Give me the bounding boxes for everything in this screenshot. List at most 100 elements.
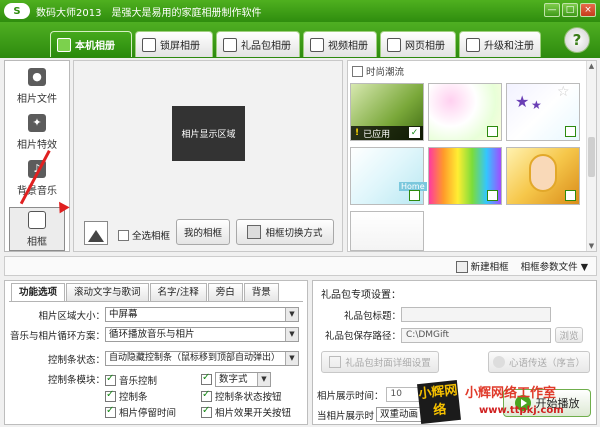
scroll-down-icon[interactable]: ▼ — [588, 242, 595, 250]
loop-scheme-label: 音乐与相片循环方案： — [9, 330, 105, 342]
effects-icon: ✦ — [28, 114, 46, 132]
photo-display-area: 相片显示区域 — [172, 106, 245, 161]
sidebar-item-photo-files[interactable]: ● 相片文件 — [9, 65, 65, 109]
photo-pause-time-checkbox[interactable]: 相片停留时间 — [105, 405, 176, 419]
select-all-frames-checkbox[interactable]: 全选相框 — [118, 228, 170, 242]
minimize-button[interactable]: — — [544, 3, 560, 17]
digital-style-select[interactable]: 数字式 — [215, 372, 271, 387]
star-icon: ☆ — [557, 84, 570, 100]
frame-thumbnail[interactable] — [506, 147, 580, 205]
photo-effect-button-checkbox[interactable]: 相片效果开关按钮 — [201, 405, 291, 419]
applied-badge: ! 已应用 ✓ — [351, 126, 423, 140]
control-bar-select[interactable]: 自动隐藏控制条（鼠标移到顶部自动弹出） — [105, 351, 299, 366]
new-frame-button[interactable]: 新建相框 — [455, 259, 509, 274]
new-frame-icon — [455, 261, 468, 274]
tab-video-album[interactable]: 视频相册 — [303, 31, 377, 57]
loop-scheme-select[interactable]: 循环播放音乐与相片 — [105, 327, 299, 342]
maximize-button[interactable]: □ — [562, 3, 578, 17]
cover-detail-settings-button[interactable]: 礼品包封面详细设置 — [321, 351, 439, 373]
photo-album-icon — [57, 37, 71, 52]
save-path-input[interactable]: C:\DMGift — [401, 327, 551, 343]
app-logo: S — [4, 3, 30, 19]
gallery-category-checkbox[interactable]: 时尚潮流 — [352, 64, 404, 78]
window-controls: — □ × — [544, 3, 596, 17]
checkbox-label: 音乐控制 — [119, 376, 158, 387]
control-module-row: 控制条模块： — [9, 372, 105, 386]
options-panel: 功能选项 滚动文字与歌词 名字/注释 旁白 背景 相片区域大小： 中屏幕 音乐与… — [4, 280, 308, 425]
current-display-label: 当相片展示时 — [317, 410, 375, 422]
help-button[interactable]: ? — [564, 27, 590, 53]
package-title-row: 礼品包标题： — [321, 307, 551, 322]
control-status-button-checkbox[interactable]: 控制条状态按钮 — [201, 389, 282, 403]
area-size-select[interactable]: 中屏幕 — [105, 307, 299, 322]
sidebar-item-background-music[interactable]: ♪ 背景音乐 — [9, 157, 65, 201]
tab-gift-album[interactable]: 礼品包相册 — [216, 31, 300, 57]
tab-local-album[interactable]: 本机相册 — [50, 31, 132, 57]
browse-button[interactable]: 浏览 — [555, 327, 583, 343]
thumbnail-checkbox[interactable] — [487, 126, 498, 137]
save-path-row: 礼品包保存路径： C:\DMGift 浏览 — [321, 327, 583, 343]
message-prologue-button[interactable]: 心语传送（序言） — [488, 351, 590, 373]
frame-params-menu[interactable]: 相框参数文件 ▼ — [521, 259, 588, 273]
my-frames-button[interactable]: 我的相框 — [176, 219, 230, 245]
gallery-scrollbar[interactable]: ▲ ▼ — [586, 61, 596, 251]
sidebar-item-frame[interactable]: 相框 — [9, 207, 65, 251]
frame-thumbnail[interactable]: ! 已应用 ✓ — [350, 83, 424, 141]
checkbox[interactable] — [201, 389, 212, 402]
package-title-label: 礼品包标题： — [343, 310, 401, 322]
frame-thumbnail[interactable] — [428, 147, 502, 205]
browser-icon — [387, 37, 401, 52]
digital-style-checkbox[interactable]: 数字式 — [201, 372, 271, 387]
music-control-checkbox[interactable]: 音乐控制 — [105, 373, 157, 387]
frame-thumbnail[interactable]: Home — [350, 147, 427, 205]
frame-params-label: 相框参数文件 — [520, 262, 578, 273]
checkbox[interactable] — [105, 389, 116, 402]
checkbox[interactable] — [201, 372, 212, 385]
tab-upgrade-register[interactable]: 升级和注册 — [459, 31, 541, 57]
preview-area: 相片显示区域 全选相框 我的相框 相框切换方式 — [73, 60, 343, 252]
checkbox[interactable] — [118, 229, 129, 241]
tab-label: 礼品包相册 — [241, 41, 291, 52]
sidebar-item-photo-effects[interactable]: ✦ 相片特效 — [9, 111, 65, 155]
tab-lockscreen-album[interactable]: 锁屏相册 — [135, 31, 213, 57]
scroll-up-icon[interactable]: ▲ — [588, 62, 595, 70]
tab-divider — [9, 301, 303, 302]
tab-background[interactable]: 背景 — [243, 283, 279, 301]
chevron-down-icon: ▼ — [580, 262, 588, 273]
thumbnail-checkbox[interactable] — [565, 190, 576, 201]
switch-icon — [247, 225, 262, 239]
close-button[interactable]: × — [580, 3, 596, 17]
sidebar-item-label: 相框 — [27, 237, 47, 248]
tab-narration[interactable]: 旁白 — [207, 283, 243, 301]
frame-thumbnail[interactable] — [428, 83, 502, 141]
tab-name-notes[interactable]: 名字/注释 — [149, 283, 207, 301]
thumbnail-checkbox[interactable] — [487, 190, 498, 201]
frame-switch-mode-button[interactable]: 相框切换方式 — [236, 219, 334, 245]
checkbox[interactable] — [352, 65, 363, 77]
control-bar-checkbox[interactable]: 控制条 — [105, 389, 148, 403]
control-module-label: 控制条模块： — [47, 375, 105, 386]
sidebar-item-label: 背景音乐 — [17, 186, 57, 197]
tab-web-album[interactable]: 网页相册 — [380, 31, 456, 57]
scrollbar-thumb[interactable] — [588, 137, 595, 177]
star-icon: ★ — [531, 98, 542, 112]
checkbox[interactable] — [105, 373, 116, 386]
film-icon — [310, 37, 324, 52]
thumbnail-checkbox[interactable] — [565, 126, 576, 137]
sub-tab-bar: 功能选项 滚动文字与歌词 名字/注释 旁白 背景 — [11, 283, 280, 301]
select-all-label: 全选相框 — [132, 231, 171, 242]
watermark-logo: 小辉网络 — [417, 380, 461, 424]
gallery-category-label: 时尚潮流 — [366, 67, 405, 78]
frame-thumbnail[interactable]: ★ ★ ☆ — [506, 83, 580, 141]
tab-scroll-text-lyrics[interactable]: 滚动文字与歌词 — [66, 283, 149, 301]
frame-thumbnail[interactable] — [350, 211, 424, 251]
checkbox[interactable] — [105, 405, 116, 418]
checkbox[interactable] — [201, 405, 212, 418]
tab-function-options[interactable]: 功能选项 — [11, 283, 66, 301]
thumbnail-checkbox[interactable] — [409, 190, 420, 201]
frame-preview-icon[interactable] — [84, 221, 108, 245]
gallery-footer: 新建相框 相框参数文件 ▼ — [4, 256, 597, 276]
package-title-input[interactable] — [401, 307, 551, 322]
cartoon-face-icon — [529, 154, 557, 192]
loop-scheme-row: 音乐与相片循环方案： 循环播放音乐与相片 — [9, 327, 299, 342]
